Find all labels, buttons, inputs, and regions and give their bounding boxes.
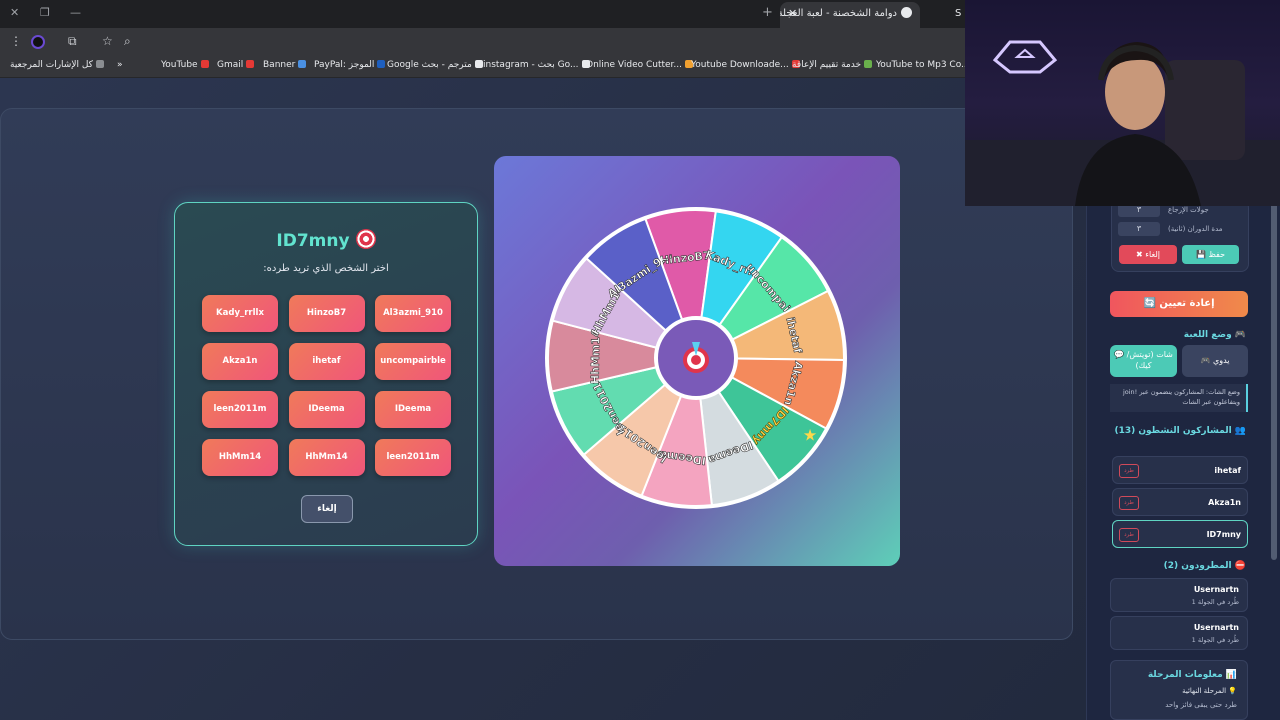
new-tab-icon[interactable]: + [762,5,773,20]
kick-player-button[interactable]: ihetaf [288,343,365,380]
mode-title: 🎮 وضع اللعبة [1183,330,1246,340]
kick-player-button[interactable]: IDeema [375,391,451,428]
mode-description: وضع الشات: المشاركون ينضمون عبر !join وي… [1110,384,1248,412]
game-page: ID7mny اختر الشخص الذي تريد طرده: Kady_r… [0,78,1086,720]
kick-player-button[interactable]: Akza1n [202,343,278,380]
eliminated-row: Usernartn طُرد في الجولة 1 [1110,616,1248,650]
wheel-card: HinzoB7 Kady_rr... uncompai... ihetaf Akza1n… [494,156,900,566]
kick-player-button[interactable]: Al3azmi_910 [375,295,451,332]
sidebar-scrollbar[interactable] [1271,200,1277,560]
stage-description: طرد حتى يبقى فائز واحد [1165,701,1237,709]
kick-cancel-button[interactable]: إلغاء [301,495,353,523]
spin-duration-label: مدة الدوران (ثانية) [1168,225,1223,233]
participant-name: Akza1n [1208,498,1241,507]
participant-row: ID7mny طرد [1112,520,1248,548]
kick-player-button[interactable]: uncompairble [375,343,451,380]
kick-subtitle: اختر الشخص الذي تريد طرده: [263,263,389,274]
stage-title: 📊 معلومات المرحلة [1147,670,1237,680]
mode-manual-button[interactable]: 🎮 يدوي [1182,345,1248,377]
restore-window-icon[interactable]: ❐ [40,6,50,19]
tab-next[interactable]: S [955,8,961,19]
kick-player-button[interactable]: HhMm14 [288,439,365,476]
participant-kick-button[interactable]: طرد [1119,464,1139,478]
stage-info-card: 📊 معلومات المرحلة 💡 المرحلة النهائية طرد… [1110,660,1248,720]
winner-star-icon: ★ [803,425,817,444]
kick-player-button[interactable]: HhMm14 [202,439,278,476]
participant-kick-button[interactable]: طرد [1119,528,1139,542]
mode-chat-button[interactable]: 💬 شات (تويتش/كيك) [1110,345,1177,377]
youtube-icon [200,60,209,68]
bookmark-instagram[interactable]: instagram - بحث Go... [483,60,593,70]
spin-duration-input[interactable]: ٣ [1118,222,1160,236]
menu-dots-icon[interactable]: ⋮ [10,34,22,48]
extensions-icon[interactable]: ⧉ [68,34,77,49]
eliminated-round: طُرد في الجولة 1 [1191,636,1239,644]
bookmark-video-cutter[interactable]: Online Video Cutter... [586,60,696,70]
kick-player-button[interactable]: IDeema [288,391,365,428]
bookmark-star-icon[interactable]: ☆ [102,34,113,48]
bookmarks-overflow-icon[interactable]: » [117,60,123,70]
cancel-settings-button[interactable]: ✖ إلغاء [1119,245,1177,264]
bookmark-translate[interactable]: Google مترجم - بحث [387,60,486,70]
search-icon[interactable]: ⌕ [124,34,131,49]
close-tab-icon[interactable]: ✕ [788,7,797,20]
gmail-icon [246,60,255,68]
profile-avatar[interactable] [31,35,45,49]
stage-name: 💡 المرحلة النهائية [1182,687,1237,695]
eliminated-title: ⛔ المطرودون (2) [1163,561,1246,571]
eliminated-row: Usernartn طُرد في الجولة 1 [1110,578,1248,612]
service-icon [864,60,873,68]
eliminated-name: Usernartn [1193,585,1239,594]
browser-tab-strip: ✕ ❐ — + دوامة الشخصنة - لعبة العجلة وال … [0,0,965,28]
bookmark-disability[interactable]: خدمة تقييم الإعاقة [792,60,875,70]
bookmark-youtube[interactable]: YouTube [161,60,212,70]
reset-button[interactable]: 🔄 إعادة تعيين [1110,291,1248,317]
tab-favicon-icon [901,7,912,18]
banner-icon [298,60,307,68]
minimize-window-icon[interactable]: — [70,6,81,19]
kick-player-button[interactable]: leen2011m [202,391,278,428]
spin-wheel[interactable]: HinzoB7Kady_rr...uncompai...ihetafAkza1n… [494,156,900,566]
eliminated-name: Usernartn [1193,623,1239,632]
close-window-icon[interactable]: ✕ [10,6,19,19]
target-icon [691,355,701,365]
participant-kick-button[interactable]: طرد [1119,496,1139,510]
participant-row: ihetaf طرد [1112,456,1248,484]
folder-icon [95,60,104,68]
webcam-image [965,40,1280,206]
kick-player-button[interactable]: leen2011m [375,439,451,476]
target-icon [355,229,376,249]
kick-player-button[interactable]: HinzoB7 [288,295,365,332]
save-settings-button[interactable]: 💾 حفظ [1182,245,1239,264]
kick-title: ID7mny [175,229,477,251]
webcam-overlay [965,0,1280,206]
rounds-label: جولات الإرجاع [1168,206,1209,214]
participant-row: Akza1n طرد [1112,488,1248,516]
kick-dialog: ID7mny اختر الشخص الذي تريد طرده: Kady_r… [174,202,478,546]
paypal-icon [377,60,386,68]
bookmark-banner[interactable]: Banner [263,60,309,70]
tab-active[interactable]: دوامة الشخصنة - لعبة العجلة وال [780,2,920,28]
active-participants-title: 👥 المشاركون النشطون (13) [1114,426,1246,436]
participant-name: ID7mny [1206,530,1241,539]
participant-name: ihetaf [1214,466,1241,475]
tab-title: دوامة الشخصنة - لعبة العجلة وال [780,8,897,19]
eliminated-round: طُرد في الجولة 1 [1191,598,1239,606]
address-bar: ⋮ ⧉ ☆ ⌕ [0,28,965,56]
bookmark-gmail[interactable]: Gmail [217,60,257,70]
google-icon [474,60,483,68]
bookmark-paypal[interactable]: PayPal: الموجز [314,60,388,70]
bookmark-all[interactable]: كل الإشارات المرجعية [10,60,107,70]
bookmark-yt-downloader[interactable]: Youtube Downloade... [691,60,803,70]
kick-player-button[interactable]: Kady_rrllx [202,295,278,332]
